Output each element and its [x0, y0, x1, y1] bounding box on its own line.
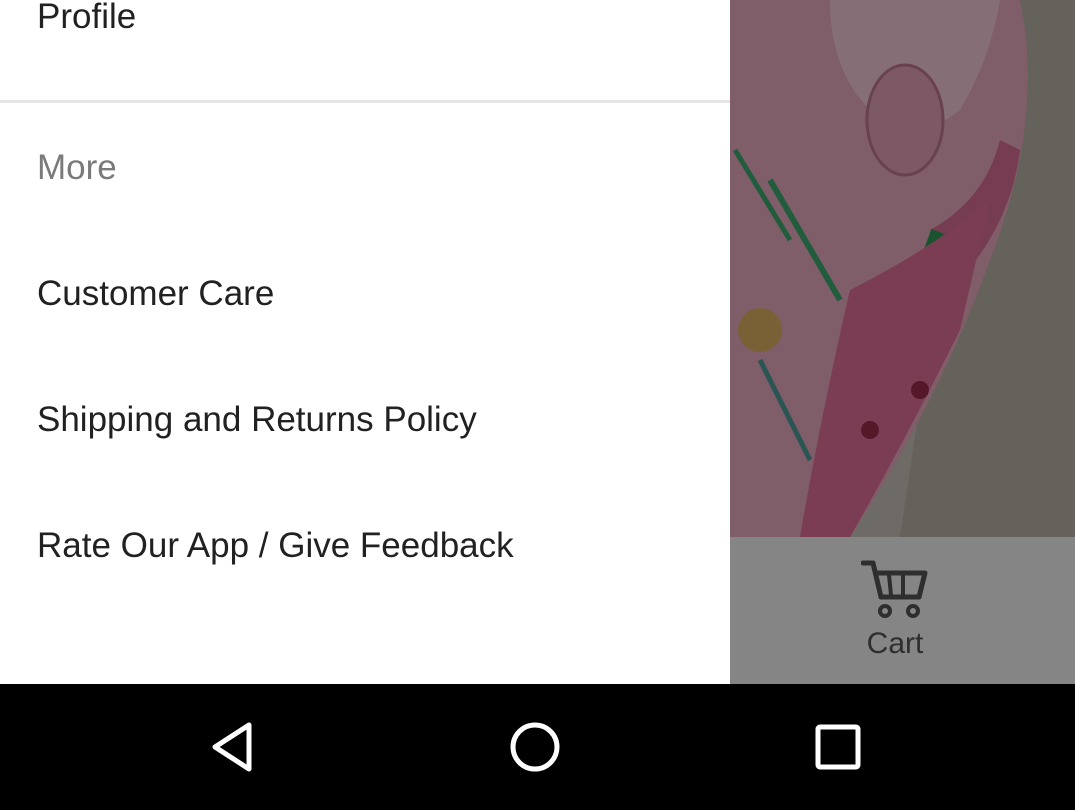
nav-recents-button[interactable] — [803, 712, 873, 782]
drawer-item-profile[interactable]: Profile — [37, 0, 136, 37]
drawer-item-customer-care[interactable]: Customer Care — [37, 274, 274, 314]
drawer-item-rate-app[interactable]: Rate Our App / Give Feedback — [37, 526, 514, 566]
back-triangle-icon — [212, 722, 252, 772]
home-circle-icon — [510, 722, 560, 772]
drawer-divider — [0, 100, 730, 103]
section-header-more: More — [37, 148, 117, 187]
nav-home-button[interactable] — [500, 712, 570, 782]
recents-square-icon — [815, 724, 861, 770]
nav-back-button[interactable] — [198, 712, 268, 782]
drawer-item-shipping-returns[interactable]: Shipping and Returns Policy — [37, 400, 477, 440]
system-navigation-bar — [0, 684, 1075, 810]
navigation-drawer: Profile More Customer Care Shipping and … — [0, 0, 730, 684]
